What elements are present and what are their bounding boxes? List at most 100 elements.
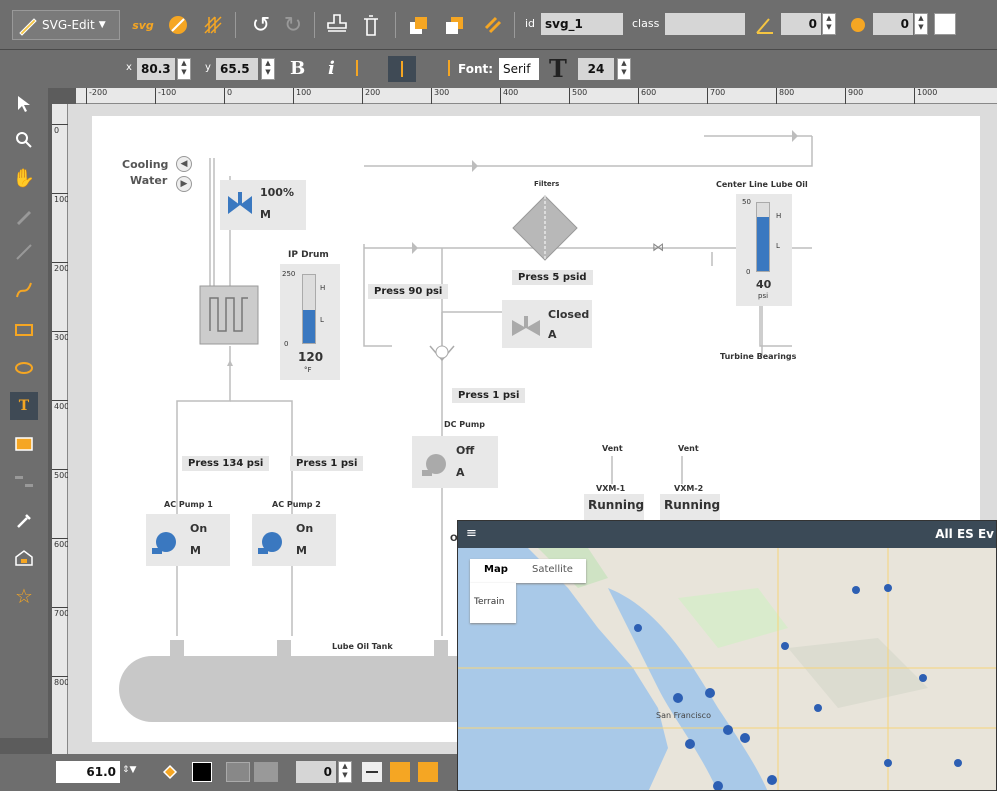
pump-icon <box>152 532 176 554</box>
source-svg-icon[interactable]: svg <box>128 10 158 40</box>
vxm-2-state: Running <box>664 498 721 512</box>
y-label: y <box>205 62 211 73</box>
path-tool-icon[interactable] <box>10 276 38 304</box>
map-window[interactable]: ≡ All ES Ev Map Satellite Terrain San Fr… <box>457 520 997 791</box>
ellipse-tool-icon[interactable] <box>10 354 38 382</box>
lube-oil-value: 40 <box>756 278 772 291</box>
star-tool-icon[interactable]: ☆ <box>10 582 38 610</box>
blur-input[interactable]: 0 <box>873 13 913 35</box>
ruler-top: -200 -100 0 100 200 300 400 500 600 700 … <box>76 88 997 104</box>
image-tool-icon[interactable] <box>10 430 38 458</box>
terrain-label: Terrain <box>474 597 505 607</box>
x-label: x <box>126 62 132 73</box>
stroke-width-stepper[interactable]: ▲ ▼ <box>338 761 352 783</box>
y-stepper[interactable]: ▲ ▼ <box>261 58 275 80</box>
blur-stepper[interactable]: ▲ ▼ <box>914 13 928 35</box>
rect-tool-icon[interactable] <box>10 316 38 344</box>
menu-icon[interactable]: ≡ <box>466 526 477 541</box>
arrow-right-icon[interactable]: ▶ <box>176 176 192 192</box>
control-valve-panel[interactable]: 100% M <box>220 180 306 230</box>
shapelib-tool-icon[interactable] <box>10 468 38 496</box>
ruler-tick: 600 <box>638 88 656 104</box>
class-input[interactable] <box>665 13 745 35</box>
vent-2-label: Vent <box>678 444 699 453</box>
map-tab[interactable]: Map <box>484 564 508 575</box>
ip-drum-h: H <box>320 284 326 292</box>
fill-color-swatch[interactable] <box>192 762 212 782</box>
x-stepper[interactable]: ▲ ▼ <box>177 58 191 80</box>
ruler-tick: 100 <box>52 193 70 204</box>
align-right-icon[interactable] <box>426 60 452 78</box>
ruler-tick: -200 <box>86 88 107 104</box>
ac-pump-2-panel[interactable]: On M <box>252 514 336 566</box>
terrain-checkbox[interactable]: Terrain <box>470 583 516 623</box>
zoom-dropdown-icon[interactable]: ⇕▼ <box>122 765 136 775</box>
ruler-tick: 0 <box>224 88 232 104</box>
align-center-icon[interactable] <box>388 56 416 82</box>
closed-valve-panel[interactable]: Closed A <box>502 300 592 348</box>
wireframe-icon[interactable] <box>163 10 193 40</box>
dc-pump-mode: A <box>456 466 465 479</box>
grid-icon[interactable] <box>198 10 228 40</box>
font-size-input[interactable]: 24 <box>578 58 614 80</box>
bold-button[interactable]: B <box>290 58 305 79</box>
line-tool-icon[interactable] <box>10 238 38 266</box>
ac-pump-1-title: AC Pump 1 <box>164 500 213 509</box>
app-menu-label: SVG-Edit <box>42 18 95 32</box>
x-input[interactable]: 80.3 <box>137 58 175 80</box>
lube-oil-h: H <box>776 212 782 220</box>
dc-pump-title: DC Pump <box>444 420 485 429</box>
select-tool-icon[interactable] <box>10 90 38 118</box>
opacity-swatch[interactable] <box>934 13 956 35</box>
zoom-tool-icon[interactable] <box>10 126 38 154</box>
text-toolbar: x 80.3 ▲ ▼ y 65.5 ▲ ▼ B i Font: Serif T 24… <box>0 50 997 88</box>
dc-pump-panel[interactable]: Off A <box>412 436 498 488</box>
ruler-tick: 900 <box>845 88 863 104</box>
ruler-tick: 700 <box>707 88 725 104</box>
linejoin-icon[interactable] <box>390 762 410 782</box>
lube-oil-tank-label: Lube Oil Tank <box>332 642 393 651</box>
ip-drum-min: 0 <box>284 340 289 348</box>
undo-icon[interactable]: ↺ <box>246 10 276 40</box>
map-type-control: Map Satellite <box>470 559 586 583</box>
stroke-dash-icon[interactable] <box>362 762 382 782</box>
clone-stamp-icon[interactable] <box>322 10 352 40</box>
pencil-tool-icon[interactable] <box>10 202 38 230</box>
turbine-bearings-label: Turbine Bearings <box>720 352 797 361</box>
app-menu-button[interactable]: SVG-Edit ▼ <box>12 10 120 40</box>
pan-tool-icon[interactable]: ✋ <box>10 164 38 192</box>
satellite-tab[interactable]: Satellite <box>532 564 573 575</box>
italic-button[interactable]: i <box>328 58 335 79</box>
move-to-bottom-icon[interactable] <box>440 10 470 40</box>
linecap-icon[interactable] <box>418 762 438 782</box>
stroke-color-swatch[interactable] <box>226 762 250 782</box>
move-to-top-icon[interactable] <box>404 10 434 40</box>
font-size-stepper[interactable]: ▲ ▼ <box>617 58 631 80</box>
press-134-label: Press 134 psi <box>182 456 270 471</box>
zoom-input[interactable]: 61.0 <box>56 761 120 783</box>
id-input[interactable]: svg_1 <box>541 13 623 35</box>
stroke-width-input[interactable]: 0 <box>296 761 336 783</box>
align-left-icon[interactable] <box>356 60 382 78</box>
map-view[interactable] <box>458 548 997 791</box>
delete-icon[interactable] <box>356 10 386 40</box>
ruler-tick: 300 <box>52 331 70 342</box>
ip-drum-gauge: 250 0 H L 120 °F <box>280 264 340 380</box>
stroke-none-swatch[interactable] <box>254 762 278 782</box>
angle-input[interactable]: 0 <box>781 13 821 35</box>
link-icon[interactable] <box>478 10 508 40</box>
vxm-2-label: VXM-2 <box>674 484 704 493</box>
eyedropper-tool-icon[interactable] <box>10 506 38 534</box>
angle-stepper[interactable]: ▲ ▼ <box>822 13 836 35</box>
redo-icon[interactable]: ↻ <box>278 10 308 40</box>
arrow-left-icon[interactable]: ◀ <box>176 156 192 172</box>
ruler-tick: 300 <box>431 88 449 104</box>
valve-mode: M <box>260 208 271 221</box>
fill-paint-icon[interactable] <box>160 762 180 782</box>
text-tool-icon[interactable]: T <box>10 392 38 420</box>
ac-pump-2-state: On <box>296 522 314 535</box>
font-family-select[interactable]: Serif <box>499 58 539 80</box>
ac-pump-1-panel[interactable]: On M <box>146 514 230 566</box>
image-library-icon[interactable] <box>10 544 38 572</box>
y-input[interactable]: 65.5 <box>216 58 258 80</box>
